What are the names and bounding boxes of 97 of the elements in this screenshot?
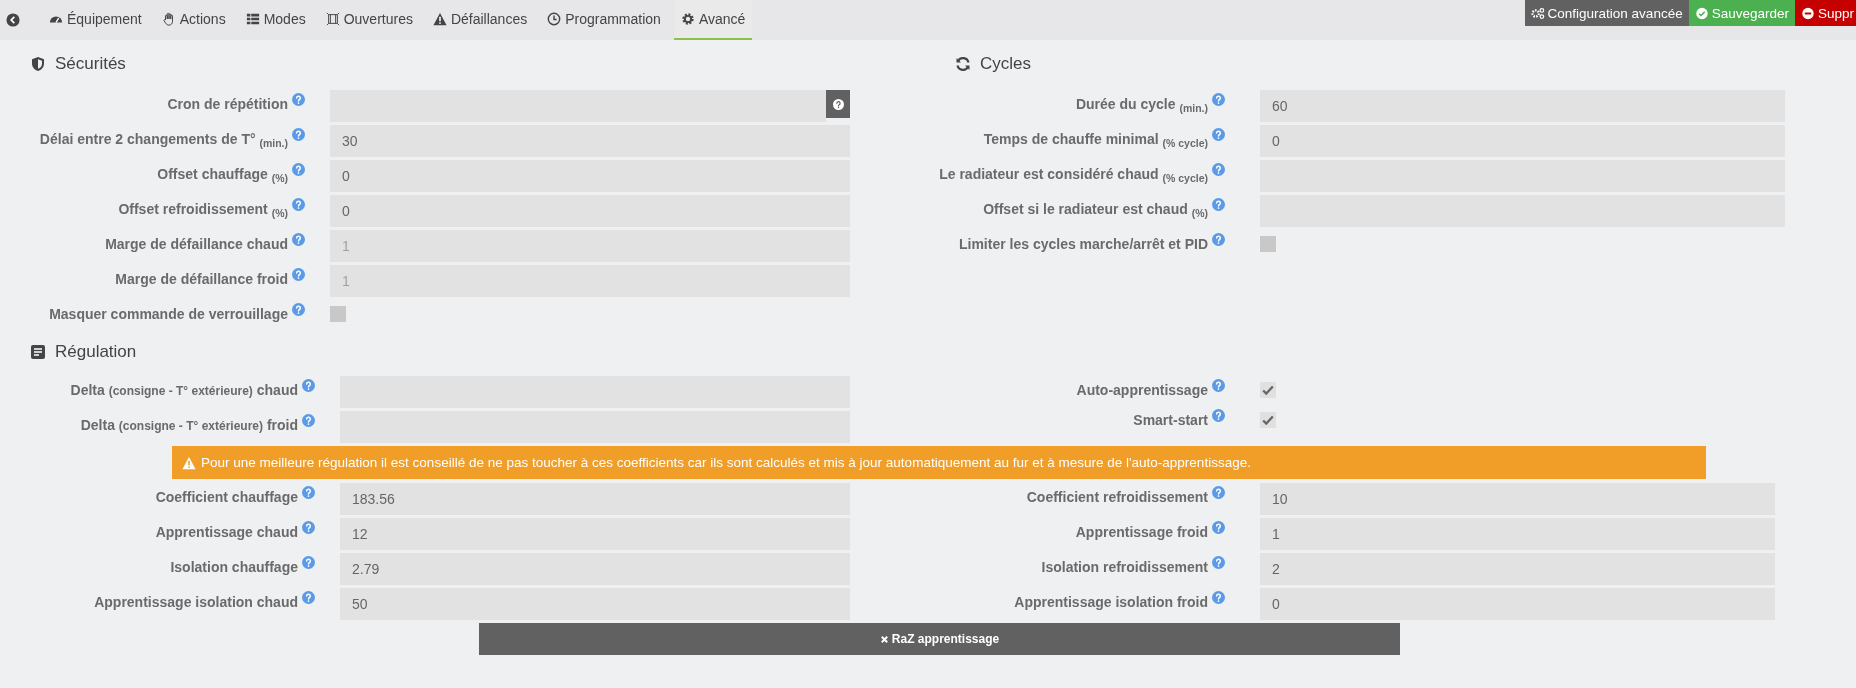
- field-label: Smart-start: [1133, 412, 1208, 428]
- help-icon[interactable]: [302, 591, 315, 604]
- checkbox[interactable]: [1260, 236, 1276, 252]
- help-icon[interactable]: [1212, 198, 1225, 211]
- field-label: Coefficient chauffage: [155, 489, 298, 505]
- shield-icon: [30, 56, 46, 72]
- help-icon[interactable]: [292, 198, 305, 211]
- help-icon[interactable]: [292, 303, 305, 316]
- warning-icon: [182, 455, 196, 470]
- help-icon[interactable]: [292, 268, 305, 281]
- tab[interactable]: Équipement: [42, 0, 149, 40]
- checkbox[interactable]: [330, 306, 346, 322]
- hand-icon: [161, 12, 176, 26]
- field-label: Apprentissage isolation froid: [1014, 594, 1208, 610]
- help-icon[interactable]: [302, 379, 315, 392]
- tab[interactable]: Actions: [154, 0, 233, 40]
- field-label: Auto-apprentissage: [1076, 382, 1208, 398]
- section-title: Régulation: [55, 342, 137, 362]
- field-label: Delta (consigne - T° extérieure) froid: [80, 417, 298, 433]
- section-title: Sécurités: [55, 54, 126, 74]
- tab[interactable]: Modes: [238, 0, 313, 40]
- field-label: Temps de chauffe minimal $_{(% cycle)}$: [983, 131, 1208, 149]
- help-icon[interactable]: [292, 128, 305, 141]
- field-label: Cron de répétition: [167, 96, 288, 112]
- help-icon: [832, 98, 844, 110]
- field-label: Délai entre 2 changements de T° $_{(min.)}$: [39, 131, 288, 149]
- check-circle-icon: [1694, 6, 1709, 20]
- list-icon: [245, 12, 260, 26]
- input-field[interactable]: 60: [1260, 90, 1785, 122]
- help-icon[interactable]: [1212, 93, 1225, 106]
- help-icon[interactable]: [1212, 409, 1225, 422]
- help-button[interactable]: [826, 90, 850, 118]
- field-label: Isolation refroidissement: [1041, 559, 1208, 575]
- help-icon[interactable]: [292, 163, 305, 176]
- field-label: Apprentissage isolation chaud: [94, 594, 298, 610]
- input-field[interactable]: 183.56: [340, 483, 850, 515]
- input-field[interactable]: 1: [1260, 518, 1775, 550]
- input-field[interactable]: 12: [340, 518, 850, 550]
- input-field[interactable]: 0: [330, 195, 850, 227]
- back-icon[interactable]: [6, 13, 20, 27]
- field-label: Offset chauffage $_{(%)}$: [157, 166, 288, 184]
- field-label: Limiter les cycles marche/arrêt et PID: [958, 236, 1208, 252]
- help-icon[interactable]: [292, 233, 305, 246]
- field-label: Marge de défaillance froid: [115, 271, 288, 287]
- input-field[interactable]: 0: [1260, 125, 1785, 157]
- help-icon[interactable]: [1212, 556, 1225, 569]
- minus-circle-icon: [1800, 6, 1815, 20]
- help-icon[interactable]: [302, 521, 315, 534]
- field-label: Coefficient refroidissement: [1026, 489, 1208, 505]
- help-icon[interactable]: [1212, 591, 1225, 604]
- warning-icon: [432, 12, 447, 26]
- save-button[interactable]: Sauvegarder: [1688, 0, 1795, 26]
- config-button[interactable]: Configuration avancée: [1524, 0, 1689, 26]
- help-icon[interactable]: [1212, 521, 1225, 534]
- help-icon[interactable]: [1212, 163, 1225, 176]
- input-field[interactable]: 10: [1260, 483, 1775, 515]
- field-label: Durée du cycle $_{(min.)}$: [1075, 96, 1208, 114]
- input-field[interactable]: 30: [330, 125, 850, 157]
- frame-icon: [325, 12, 340, 26]
- reset-button[interactable]: RaZ apprentissage: [479, 623, 1400, 655]
- field-label: Marge de défaillance chaud: [105, 236, 288, 252]
- checkbox[interactable]: [1260, 412, 1276, 428]
- field-label: Isolation chauffage: [170, 559, 298, 575]
- input-field[interactable]: 2.79: [340, 553, 850, 585]
- help-icon[interactable]: [302, 556, 315, 569]
- input-field[interactable]: 0: [1260, 588, 1775, 620]
- field-label: Delta (consigne - T° extérieure) chaud: [70, 382, 298, 398]
- section-title: Cycles: [980, 54, 1031, 74]
- checkbox[interactable]: [1260, 382, 1276, 398]
- field-label: Offset si le radiateur est chaud $_{(%)}$: [983, 201, 1208, 219]
- help-icon[interactable]: [302, 486, 315, 499]
- help-icon[interactable]: [1212, 486, 1225, 499]
- refresh-icon: [955, 56, 971, 72]
- settings-icon: [680, 12, 695, 26]
- help-icon[interactable]: [292, 93, 305, 106]
- gears-icon: [1530, 6, 1545, 20]
- help-icon[interactable]: [1212, 128, 1225, 141]
- input-field[interactable]: 50: [340, 588, 850, 620]
- tab[interactable]: Programmation: [540, 0, 668, 40]
- help-icon[interactable]: [302, 414, 315, 427]
- close-icon: [879, 634, 889, 644]
- list-alt-icon: [30, 344, 46, 360]
- input-field[interactable]: 2: [1260, 553, 1775, 585]
- tab[interactable]: Défaillances: [425, 0, 535, 40]
- help-icon[interactable]: [1212, 233, 1225, 246]
- help-icon[interactable]: [1212, 379, 1225, 392]
- input-field[interactable]: [330, 90, 826, 122]
- field-label: Offset refroidissement $_{(%)}$: [118, 201, 288, 219]
- field-label: Apprentissage froid: [1075, 524, 1208, 540]
- input-field[interactable]: 0: [330, 160, 850, 192]
- field-label: Apprentissage chaud: [155, 524, 298, 540]
- delete-button[interactable]: Suppr: [1794, 0, 1856, 26]
- field-label: Le radiateur est considéré chaud $_{(% cycle)}$: [939, 166, 1208, 184]
- warning-text: Pour une meilleure régulation il est conseillé de ne pas toucher à ces coefficients car ils sont calculés et mis à jour automatiquement au fur et à mesure de l'auto-apprentissage.: [201, 455, 1251, 470]
- tab[interactable]: Ouvertures: [318, 0, 420, 40]
- field-label: Masquer commande de verrouillage: [49, 306, 288, 322]
- clock-icon: [547, 12, 562, 26]
